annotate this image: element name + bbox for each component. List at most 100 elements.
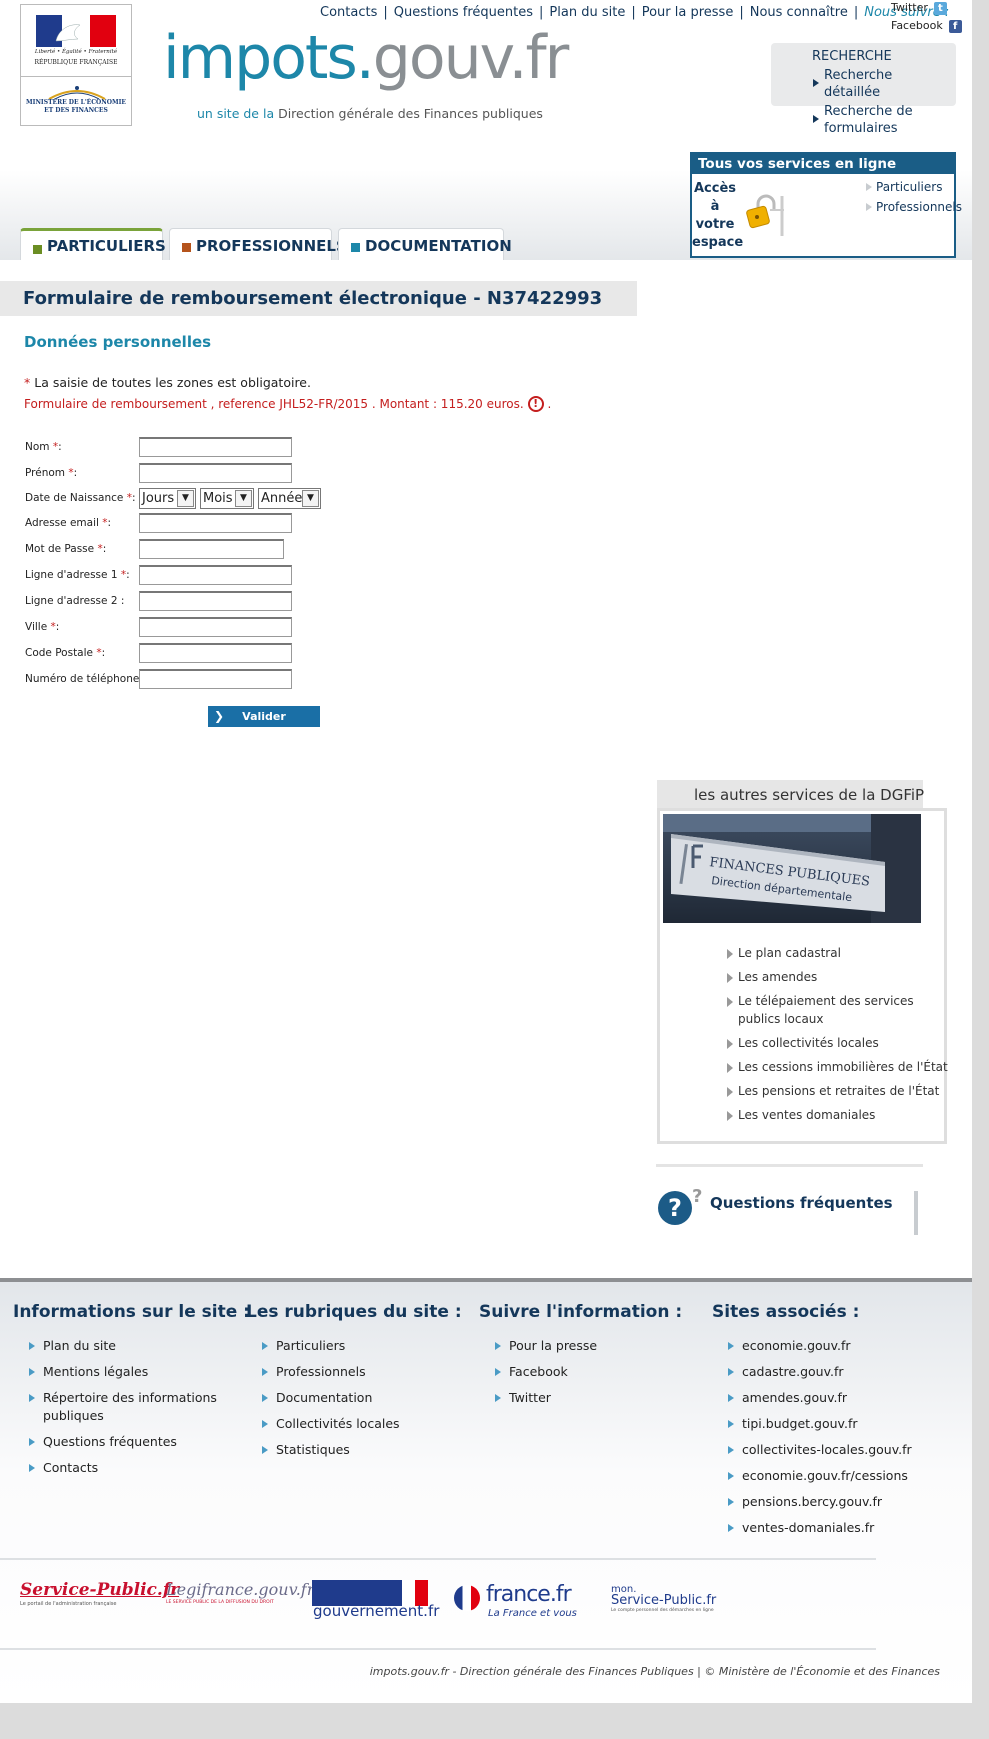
- field-label: Numéro de téléphone: [25, 673, 140, 685]
- footer-link[interactable]: Mentions légales: [29, 1363, 148, 1381]
- footer-link[interactable]: cadastre.gouv.fr: [728, 1363, 844, 1381]
- phone-input[interactable]: [139, 669, 292, 689]
- faq-link[interactable]: ? ? Questions fréquentes: [656, 1186, 921, 1236]
- footer-link-label: pensions.bercy.gouv.fr: [742, 1494, 882, 1509]
- tab-label: PROFESSIONNELS: [196, 237, 347, 255]
- partner-mon-service-public[interactable]: mon. Service-Public.fr Le compte personn…: [611, 1584, 716, 1613]
- site-logo[interactable]: impots.gouv.fr: [163, 26, 569, 90]
- validate-label: Valider: [242, 710, 286, 723]
- top-link-press[interactable]: Pour la presse: [642, 5, 734, 20]
- search-detailed-link[interactable]: Recherche détaillée: [824, 67, 944, 101]
- dgfip-link-amendes[interactable]: Les amendes: [727, 968, 938, 986]
- service-public-logo: Service-Public.fr: [20, 1580, 180, 1600]
- footer-link-label: ventes-domaniales.fr: [742, 1520, 875, 1535]
- footer-link-label: Questions fréquentes: [43, 1434, 177, 1449]
- password-input[interactable]: [139, 539, 284, 559]
- mon-sp-logo: Service-Public.fr: [611, 1593, 717, 1608]
- birth-year-select[interactable]: Année ▼: [258, 488, 321, 509]
- twitter-icon: t: [933, 1, 947, 15]
- top-link-contacts[interactable]: Contacts: [320, 5, 377, 20]
- republique-francaise-logo: Liberté • Égalité • Fraternité RÉPUBLIQU…: [21, 5, 131, 77]
- footer-link[interactable]: Contacts: [29, 1459, 98, 1477]
- birth-month-select[interactable]: Mois ▼: [200, 488, 254, 509]
- footer-link[interactable]: economie.gouv.fr: [728, 1337, 851, 1355]
- search-forms-link[interactable]: Recherche de formulaires: [824, 103, 944, 137]
- tab-particuliers[interactable]: PARTICULIERS: [20, 228, 166, 260]
- email-input[interactable]: [139, 513, 292, 533]
- services-individuals-label: Particuliers: [876, 180, 943, 194]
- twitter-link[interactable]: Twitter t: [891, 0, 962, 18]
- dgfip-link-pensions[interactable]: Les pensions et retraites de l'État: [727, 1082, 958, 1100]
- footer-link[interactable]: Twitter: [495, 1389, 551, 1407]
- service-public-sub: Le portail de l'administration française: [20, 1601, 117, 1607]
- footer-link[interactable]: Particuliers: [262, 1337, 345, 1355]
- dgfip-link-label: Les amendes: [738, 970, 818, 984]
- footer-link-label: Répertoire des informations publiques: [43, 1390, 217, 1423]
- services-individuals-link[interactable]: Particuliers: [866, 180, 943, 194]
- postcode-input[interactable]: [139, 643, 292, 663]
- arrow-right-icon: [495, 1368, 501, 1376]
- prenom-input[interactable]: [139, 463, 292, 483]
- footer-link[interactable]: Facebook: [495, 1363, 568, 1381]
- validate-button[interactable]: ❯ Valider: [208, 706, 320, 727]
- top-link-about[interactable]: Nous connaître: [750, 5, 848, 20]
- tab-label: PARTICULIERS: [47, 237, 166, 255]
- arrow-right-icon: [727, 1087, 733, 1097]
- address-line2-input[interactable]: [139, 591, 292, 611]
- dgfip-link-collectivites[interactable]: Les collectivités locales: [727, 1034, 938, 1052]
- government-logo[interactable]: Liberté • Égalité • Fraternité RÉPUBLIQU…: [20, 4, 132, 126]
- footer-link[interactable]: Statistiques: [262, 1441, 350, 1459]
- footer-link[interactable]: economie.gouv.fr/cessions: [728, 1467, 908, 1485]
- footer-link[interactable]: Questions fréquentes: [29, 1433, 177, 1451]
- footer-link[interactable]: tipi.budget.gouv.fr: [728, 1415, 858, 1433]
- footer-link-label: Collectivités locales: [276, 1416, 400, 1431]
- arrow-right-icon: [813, 115, 819, 123]
- twitter-label: Twitter: [891, 1, 928, 14]
- footer-link[interactable]: Professionnels: [262, 1363, 366, 1381]
- footer: Informations sur le site : Plan du site …: [0, 1278, 972, 1703]
- field-suffix: :: [102, 543, 107, 555]
- dgfip-link-cessions[interactable]: Les cessions immobilières de l'État: [727, 1058, 958, 1076]
- divider: [0, 1558, 876, 1560]
- dgfip-link-telepaiement[interactable]: Le télépaiement des services publics loc…: [727, 992, 938, 1028]
- separator: |: [631, 5, 636, 20]
- search-box: RECHERCHE Recherche détaillée Recherche …: [771, 43, 956, 136]
- dgfip-link-cadastre[interactable]: Le plan cadastral: [727, 944, 938, 962]
- footer-link[interactable]: pensions.bercy.gouv.fr: [728, 1493, 882, 1511]
- partner-gouvernement[interactable]: gouvernement.fr: [312, 1580, 439, 1622]
- arrow-right-icon: [29, 1394, 35, 1402]
- footer-link-label: cadastre.gouv.fr: [742, 1364, 844, 1379]
- services-professionals-link[interactable]: Professionnels: [866, 200, 962, 214]
- top-link-sitemap[interactable]: Plan du site: [549, 5, 625, 20]
- select-value: Jours: [142, 491, 175, 506]
- footer-link-label: economie.gouv.fr/cessions: [742, 1468, 908, 1483]
- footer-link[interactable]: amendes.gouv.fr: [728, 1389, 847, 1407]
- question-icon: ?: [658, 1191, 692, 1225]
- footer-link[interactable]: collectivites-locales.gouv.fr: [728, 1441, 912, 1459]
- arrow-right-icon: [728, 1420, 734, 1428]
- tab-professionnels[interactable]: PROFESSIONNELS: [169, 228, 347, 260]
- social-links: Twitter t Facebook f: [891, 0, 962, 36]
- partner-service-public[interactable]: Service-Public.fr Le portail de l'admini…: [20, 1580, 179, 1607]
- top-link-faq[interactable]: Questions fréquentes: [394, 5, 533, 20]
- divider: [914, 1191, 918, 1235]
- faq-label: Questions fréquentes: [710, 1194, 893, 1212]
- partner-legifrance[interactable]: Legifrance.gouv.fr LE SERVICE PUBLIC DE …: [166, 1580, 314, 1605]
- footer-link[interactable]: Collectivités locales: [262, 1415, 400, 1433]
- facebook-link[interactable]: Facebook f: [891, 18, 962, 36]
- birth-day-select[interactable]: Jours ▼: [139, 488, 196, 509]
- logo-ministry: MINISTÈRE DE L'ÉCONOMIE ET DES FINANCES: [26, 99, 126, 114]
- access-account-link[interactable]: Accès à votre espace: [692, 180, 743, 252]
- footer-link[interactable]: Plan du site: [29, 1337, 116, 1355]
- footer-link[interactable]: Pour la presse: [495, 1337, 597, 1355]
- footer-link[interactable]: Répertoire des informations publiques: [29, 1389, 223, 1425]
- tab-square-icon: [351, 243, 360, 252]
- footer-link[interactable]: Documentation: [262, 1389, 372, 1407]
- tab-documentation[interactable]: DOCUMENTATION: [338, 228, 512, 260]
- address-line1-input[interactable]: [139, 565, 292, 585]
- section-title: Données personnelles: [24, 333, 212, 351]
- city-input[interactable]: [139, 617, 292, 637]
- nom-input[interactable]: [139, 437, 292, 457]
- footer-link[interactable]: ventes-domaniales.fr: [728, 1519, 875, 1537]
- dgfip-link-ventes[interactable]: Les ventes domaniales: [727, 1106, 938, 1124]
